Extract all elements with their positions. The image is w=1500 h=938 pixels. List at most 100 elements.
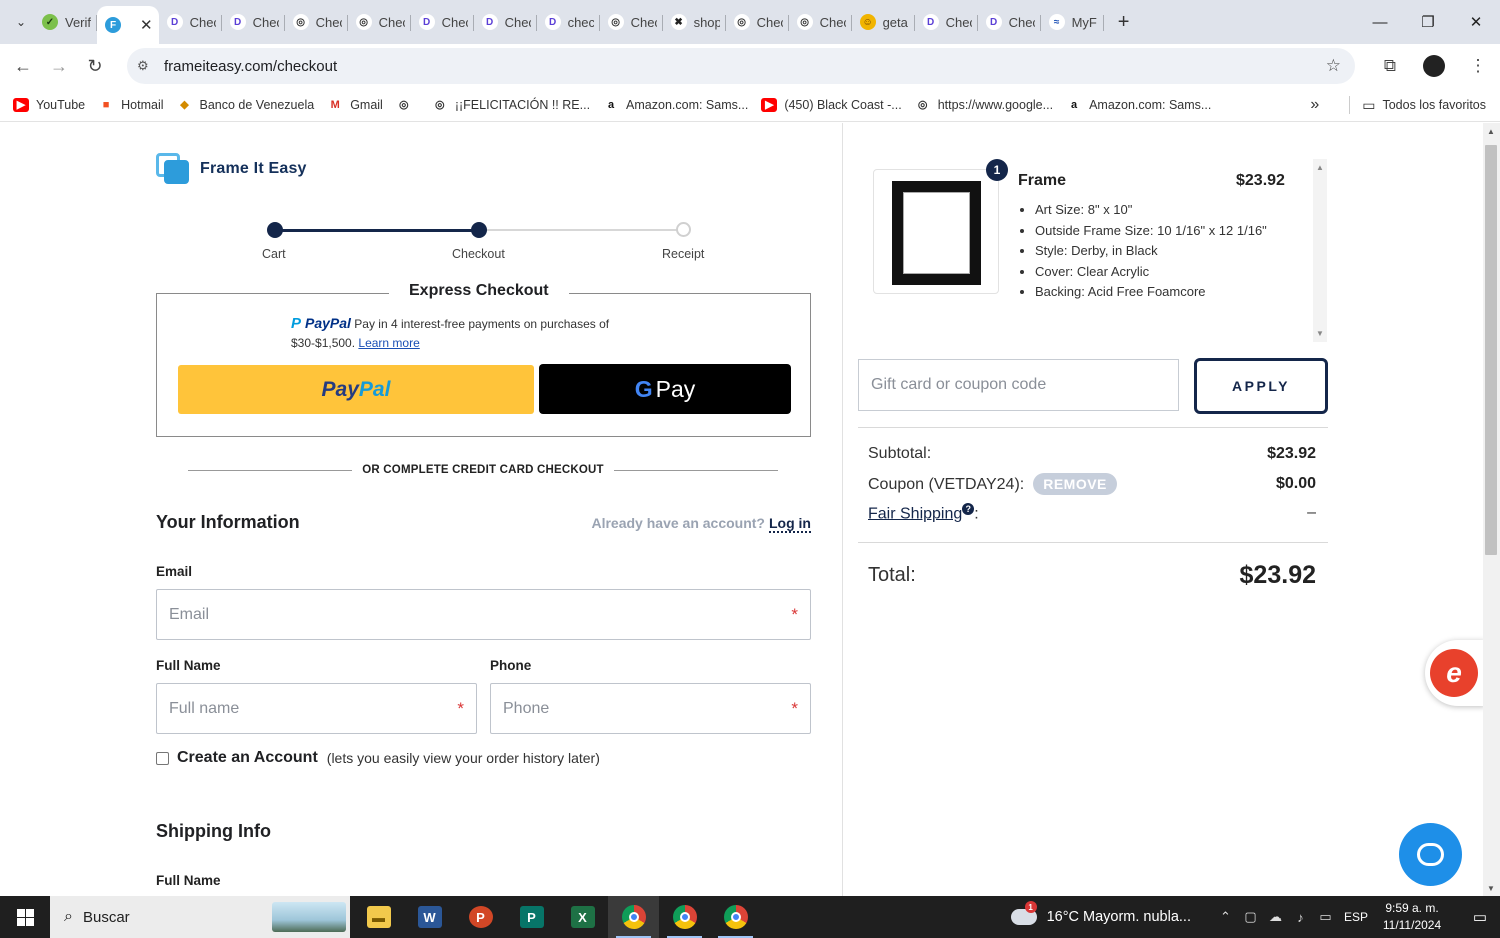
- bookmark-item[interactable]: ◎: [395, 97, 419, 112]
- page-scrollbar[interactable]: ▲ ▼: [1483, 123, 1500, 896]
- weather-widget[interactable]: 1 16°C Mayorm. nubla...: [1010, 901, 1191, 925]
- cart-scrollbar[interactable]: ▲ ▼: [1313, 159, 1327, 342]
- full-name-field[interactable]: [157, 684, 476, 733]
- tab-item[interactable]: D Chec: [474, 6, 537, 38]
- step-label-cart[interactable]: Cart: [262, 247, 286, 261]
- bookmarks-overflow-button[interactable]: »: [1310, 96, 1319, 114]
- volume-icon[interactable]: ♪: [1288, 910, 1313, 925]
- paypal-learn-more-link[interactable]: Learn more: [358, 336, 419, 350]
- tab-item[interactable]: ≈ MyF: [1041, 6, 1104, 38]
- login-link[interactable]: Log in: [769, 515, 811, 533]
- search-highlight-image: [272, 902, 346, 932]
- step-dot-cart[interactable]: [267, 222, 283, 238]
- tab-item[interactable]: ☺ geta: [852, 6, 915, 38]
- bookmark-item[interactable]: ◆ Banco de Venezuela: [176, 97, 314, 112]
- minimize-button[interactable]: —: [1356, 0, 1404, 44]
- chevron-up-icon[interactable]: ⌃: [1213, 909, 1238, 925]
- scroll-up-icon[interactable]: ▲: [1487, 127, 1495, 136]
- restore-button[interactable]: ❐: [1404, 0, 1452, 44]
- all-bookmarks-link[interactable]: Todos los favoritos: [1382, 98, 1486, 112]
- taskbar-excel[interactable]: X: [557, 896, 608, 938]
- tab-item[interactable]: ✖ shop: [663, 6, 726, 38]
- paypal-button[interactable]: Pay Pal: [178, 365, 534, 414]
- tab-item[interactable]: D Chec: [159, 6, 222, 38]
- extensions-icon[interactable]: ⧉: [1368, 56, 1412, 76]
- fair-shipping-link[interactable]: Fair Shipping: [868, 505, 962, 522]
- meet-icon[interactable]: ▢: [1238, 909, 1263, 925]
- profile-avatar[interactable]: [1423, 55, 1445, 77]
- notification-icon[interactable]: ▭: [1460, 908, 1500, 926]
- site-info-icon[interactable]: ⚙: [137, 58, 153, 74]
- taskbar-publisher[interactable]: P: [506, 896, 557, 938]
- floating-e-widget[interactable]: e: [1425, 640, 1485, 706]
- tab-search-button[interactable]: ⌄: [8, 9, 34, 35]
- onedrive-icon[interactable]: ☁: [1263, 909, 1288, 925]
- scroll-up-icon[interactable]: ▲: [1316, 163, 1324, 172]
- tab-item[interactable]: D Chec: [978, 6, 1041, 38]
- network-icon[interactable]: ▭: [1313, 909, 1338, 925]
- language-indicator[interactable]: ESP: [1344, 910, 1368, 924]
- tab-item[interactable]: ◎ Chec: [600, 6, 663, 38]
- reload-icon: ↻: [87, 55, 103, 76]
- remove-coupon-button[interactable]: REMOVE: [1033, 473, 1117, 495]
- chrome-icon: [723, 905, 748, 929]
- phone-field[interactable]: [491, 684, 810, 733]
- email-field[interactable]: [157, 590, 810, 639]
- close-window-button[interactable]: ✕: [1452, 0, 1500, 44]
- menu-kebab-icon[interactable]: ⋮: [1456, 56, 1500, 76]
- page-scroll-thumb[interactable]: [1485, 145, 1497, 555]
- bookmark-item[interactable]: ▶ YouTube: [13, 97, 85, 112]
- taskbar-file-explorer[interactable]: ▬: [353, 896, 404, 938]
- bookmark-item[interactable]: ◎ https://www.google...: [914, 97, 1053, 112]
- bookmark-favicon-icon: ◎: [914, 97, 931, 112]
- taskbar-chrome-1[interactable]: [608, 896, 659, 938]
- tab-item[interactable]: ◎ Chec: [726, 6, 789, 38]
- bookmark-item[interactable]: ▶ (450) Black Coast -...: [761, 97, 902, 112]
- tab-active[interactable]: F ✕: [97, 6, 159, 44]
- help-question-icon[interactable]: ?: [962, 503, 975, 515]
- reload-button[interactable]: ↻: [77, 48, 113, 84]
- tab-item[interactable]: ◎ Chec: [348, 6, 411, 38]
- apply-coupon-button[interactable]: APPLY: [1194, 358, 1328, 414]
- tab-close-icon[interactable]: ✕: [140, 16, 153, 34]
- account-prompt-text: Already have an account?: [591, 515, 765, 531]
- taskbar-chrome-2[interactable]: [659, 896, 710, 938]
- chat-support-button[interactable]: [1399, 823, 1462, 886]
- start-button[interactable]: [0, 896, 50, 938]
- bookmark-item[interactable]: ■ Hotmail: [98, 97, 164, 112]
- bookmark-label: Gmail: [350, 97, 383, 112]
- tab-item[interactable]: ◎ Chec: [285, 6, 348, 38]
- google-g-icon: G: [634, 375, 653, 402]
- google-pay-button[interactable]: G Pay: [539, 364, 791, 414]
- required-asterisk: *: [791, 605, 798, 624]
- bookmark-item[interactable]: ◎ ¡¡FELICITACIÓN !! RE...: [431, 97, 590, 112]
- address-bar[interactable]: ⚙ frameiteasy.com/checkout ☆: [127, 48, 1355, 84]
- tab-favicon-icon: ✖: [670, 14, 687, 30]
- tab-item[interactable]: ✓ Verif: [34, 6, 97, 38]
- brand-logo[interactable]: Frame It Easy: [156, 153, 307, 185]
- bookmark-item[interactable]: a Amazon.com: Sams...: [1066, 97, 1211, 112]
- tab-item[interactable]: ◎ Chec: [789, 6, 852, 38]
- taskbar-search[interactable]: ⌕ Buscar: [50, 896, 350, 938]
- scroll-down-icon[interactable]: ▼: [1316, 329, 1324, 338]
- new-tab-button[interactable]: +: [1112, 11, 1136, 34]
- tab-item[interactable]: D Chec: [411, 6, 474, 38]
- clock[interactable]: 9:59 a. m. 11/11/2024: [1378, 900, 1446, 934]
- forward-button[interactable]: →: [41, 48, 77, 84]
- create-account-checkbox[interactable]: [156, 751, 169, 765]
- taskbar-powerpoint[interactable]: P: [455, 896, 506, 938]
- bookmark-label: Amazon.com: Sams...: [626, 97, 749, 112]
- bookmark-item[interactable]: a Amazon.com: Sams...: [603, 97, 749, 112]
- tab-item[interactable]: D Chec: [222, 6, 285, 38]
- coupon-code-input[interactable]: [859, 360, 1178, 410]
- bookmark-item[interactable]: M Gmail: [327, 97, 383, 112]
- taskbar-chrome-3[interactable]: [710, 896, 761, 938]
- create-account-label[interactable]: Create an Account: [177, 749, 318, 767]
- tab-item[interactable]: Dchec: [537, 6, 600, 38]
- tab-item[interactable]: D Chec: [915, 6, 978, 38]
- back-button[interactable]: ←: [5, 48, 41, 84]
- scroll-down-icon[interactable]: ▼: [1487, 884, 1495, 893]
- tab-list: ✓VerifF✕DChecDChec◎Chec◎ChecDChecDChecDc…: [34, 0, 1104, 44]
- bookmark-star-icon[interactable]: ☆: [1326, 56, 1341, 76]
- taskbar-word[interactable]: W: [404, 896, 455, 938]
